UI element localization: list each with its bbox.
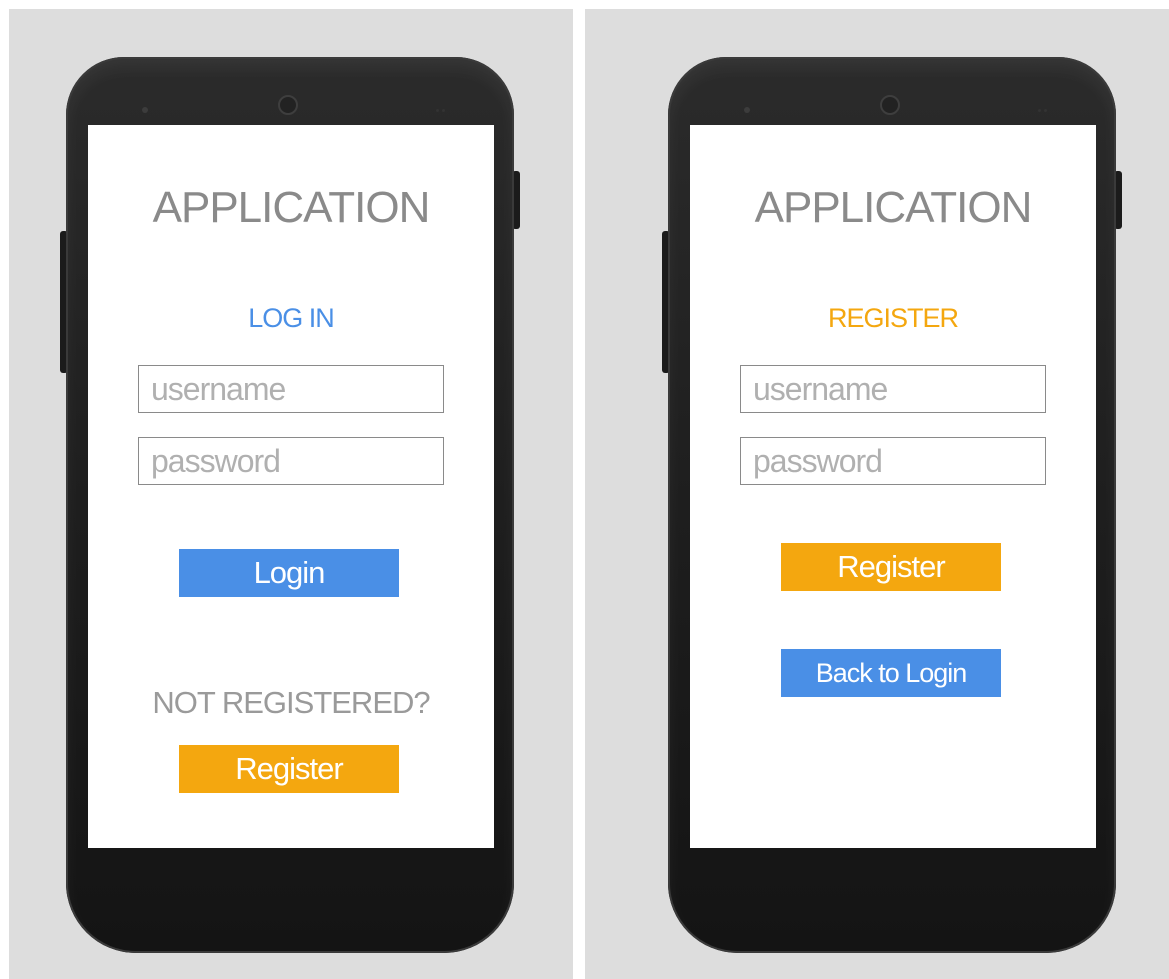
- phone-screen: APPLICATION LOG IN Login NOT REGISTERED?…: [88, 125, 494, 848]
- phone-screen: APPLICATION REGISTER Register Back to Lo…: [690, 125, 1096, 848]
- speaker-icon: [436, 109, 448, 112]
- password-input[interactable]: [740, 437, 1046, 485]
- speaker-icon: [1038, 109, 1050, 112]
- register-mockup-panel: APPLICATION REGISTER Register Back to Lo…: [585, 9, 1169, 979]
- login-mockup-panel: APPLICATION LOG IN Login NOT REGISTERED?…: [9, 9, 573, 979]
- not-registered-label: NOT REGISTERED?: [152, 685, 430, 720]
- go-to-register-button[interactable]: Register: [179, 745, 399, 793]
- login-heading: LOG IN: [248, 303, 335, 333]
- username-input[interactable]: [740, 365, 1046, 413]
- password-input[interactable]: [138, 437, 444, 485]
- phone-frame-register: APPLICATION REGISTER Register Back to Lo…: [662, 57, 1122, 953]
- proximity-sensor-icon: [744, 107, 750, 113]
- username-input[interactable]: [138, 365, 444, 413]
- proximity-sensor-icon: [142, 107, 148, 113]
- phone-body: APPLICATION REGISTER Register Back to Lo…: [668, 57, 1116, 953]
- back-to-login-button[interactable]: Back to Login: [781, 649, 1001, 697]
- front-camera-icon: [880, 95, 900, 115]
- register-button[interactable]: Register: [781, 543, 1001, 591]
- phone-frame-login: APPLICATION LOG IN Login NOT REGISTERED?…: [60, 57, 520, 953]
- app-title: APPLICATION: [754, 183, 1033, 232]
- login-button[interactable]: Login: [179, 549, 399, 597]
- phone-body: APPLICATION LOG IN Login NOT REGISTERED?…: [66, 57, 514, 953]
- app-title: APPLICATION: [152, 183, 431, 232]
- front-camera-icon: [278, 95, 298, 115]
- register-heading: REGISTER: [827, 303, 959, 333]
